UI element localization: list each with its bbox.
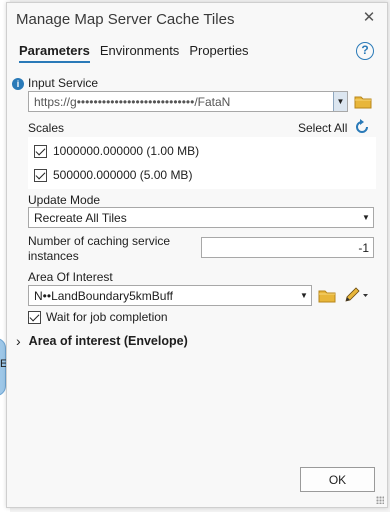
- pencil-icon[interactable]: [344, 287, 370, 303]
- wait-for-job-checkbox[interactable]: [28, 310, 41, 324]
- wait-for-job-row[interactable]: Wait for job completion: [28, 310, 168, 324]
- tab-environments[interactable]: Environments: [100, 43, 179, 63]
- update-mode-select[interactable]: Recreate All Tiles ▼: [28, 207, 374, 228]
- dialog-title: Manage Map Server Cache Tiles: [16, 10, 235, 28]
- ok-button[interactable]: OK: [300, 467, 375, 492]
- caching-instances-value: -1: [358, 240, 369, 255]
- refresh-icon[interactable]: [354, 119, 370, 135]
- select-all-link[interactable]: Select All: [298, 121, 347, 135]
- scale-checkbox[interactable]: [34, 168, 47, 182]
- input-service-field[interactable]: https://g••••••••••••••••••••••••••••/Fa…: [28, 91, 348, 112]
- caching-instances-label: Number of caching service instances: [28, 234, 170, 264]
- envelope-section-expander[interactable]: › Area of interest (Envelope): [16, 333, 188, 349]
- close-icon[interactable]: ✕: [361, 10, 377, 26]
- area-of-interest-select[interactable]: N••LandBoundary5kmBuff ▼: [28, 285, 312, 306]
- folder-icon[interactable]: [318, 289, 336, 303]
- area-of-interest-label: Area Of Interest: [28, 270, 113, 284]
- update-mode-label: Update Mode: [28, 193, 101, 207]
- area-of-interest-value: N••LandBoundary5kmBuff: [34, 288, 173, 303]
- input-service-value: https://g••••••••••••••••••••••••••••/Fa…: [34, 94, 231, 109]
- caching-instances-label-line2: instances: [28, 249, 79, 263]
- folder-icon[interactable]: [354, 95, 372, 109]
- chevron-down-icon: ▼: [362, 213, 370, 222]
- tab-bar: Parameters Environments Properties: [19, 43, 249, 63]
- scale-checkbox[interactable]: [34, 144, 47, 158]
- title-bar: Manage Map Server Cache Tiles: [7, 3, 387, 35]
- scales-label: Scales: [28, 121, 65, 135]
- input-service-label: Input Service: [28, 76, 99, 90]
- expand-icon: ›: [16, 333, 21, 349]
- update-mode-value: Recreate All Tiles: [34, 210, 127, 225]
- caching-instances-label-line1: Number of caching service: [28, 234, 171, 248]
- envelope-section-label: Area of interest (Envelope): [28, 334, 188, 348]
- tab-properties[interactable]: Properties: [189, 43, 248, 63]
- scale-label: 1000000.000000 (1.00 MB): [53, 144, 200, 158]
- info-icon[interactable]: i: [12, 78, 24, 90]
- chevron-down-icon: ▼: [300, 291, 308, 300]
- scale-label: 500000.000000 (5.00 MB): [53, 168, 193, 182]
- help-icon[interactable]: ?: [356, 42, 374, 60]
- scales-list: 1000000.000000 (1.00 MB) 500000.000000 (…: [28, 137, 376, 189]
- list-item[interactable]: 500000.000000 (5.00 MB): [34, 166, 192, 184]
- tab-parameters[interactable]: Parameters: [19, 43, 90, 63]
- caching-instances-input[interactable]: -1: [201, 237, 374, 258]
- manage-cache-dialog: Manage Map Server Cache Tiles ✕ Paramete…: [6, 2, 388, 508]
- resize-grip[interactable]: [376, 496, 384, 504]
- wait-for-job-label: Wait for job completion: [46, 310, 168, 324]
- chevron-down-icon[interactable]: ▼: [333, 92, 347, 111]
- list-item[interactable]: 1000000.000000 (1.00 MB): [34, 142, 199, 160]
